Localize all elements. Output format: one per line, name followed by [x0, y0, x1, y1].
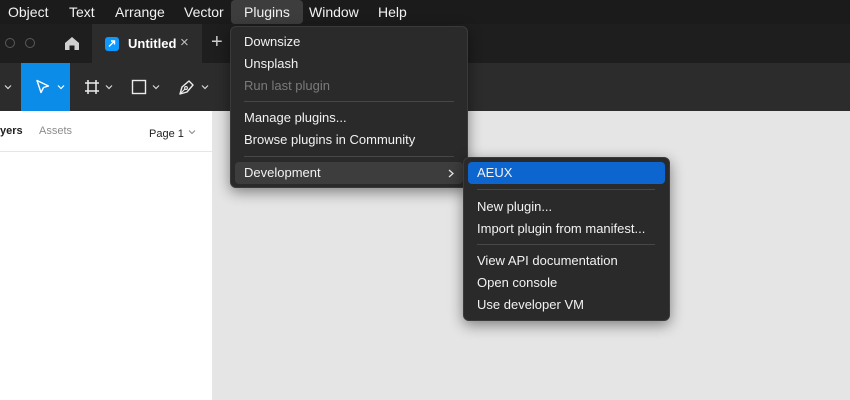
menu-help[interactable]: Help — [378, 0, 407, 24]
chevron-down-icon — [57, 85, 65, 90]
menu-item-use-developer-vm[interactable]: Use developer VM — [468, 294, 665, 316]
chevron-down-icon — [201, 85, 209, 90]
menu-separator — [477, 189, 655, 190]
chevron-down-icon — [152, 85, 160, 90]
page-selector-label: Page 1 — [149, 128, 184, 140]
menu-item-development-label: Development — [244, 165, 321, 180]
home-button[interactable] — [55, 24, 89, 63]
menu-item-open-console[interactable]: Open console — [468, 272, 665, 294]
chevron-down-icon[interactable] — [4, 83, 12, 91]
chevron-right-icon — [448, 169, 454, 178]
menu-item-unsplash[interactable]: Unsplash — [235, 53, 463, 75]
menu-item-run-last-plugin: Run last plugin — [244, 78, 330, 93]
menu-separator — [477, 244, 655, 245]
new-tab-button[interactable]: + — [211, 30, 223, 54]
chevron-down-icon — [188, 130, 196, 135]
shape-tool-button[interactable] — [125, 63, 169, 111]
menu-item-new-plugin[interactable]: New plugin... — [468, 196, 665, 218]
menu-item-view-api-docs[interactable]: View API documentation — [468, 250, 665, 272]
chevron-down-icon — [105, 85, 113, 90]
tab-untitled[interactable]: Untitled × — [92, 24, 202, 63]
page-selector[interactable]: Page 1 — [149, 124, 196, 140]
figma-file-icon — [105, 37, 119, 51]
move-tool-icon — [36, 79, 50, 94]
menu-arrange[interactable]: Arrange — [115, 0, 165, 24]
pen-tool-button[interactable] — [172, 63, 216, 111]
development-submenu: AEUX New plugin... Import plugin from ma… — [463, 157, 670, 321]
menu-item-development[interactable]: Development — [235, 162, 463, 184]
menubar: Object Text Arrange Vector Plugins Windo… — [0, 0, 850, 24]
menu-plugins[interactable]: Plugins — [244, 0, 290, 24]
pen-tool-icon — [179, 80, 194, 95]
menu-item-browse-plugins[interactable]: Browse plugins in Community — [235, 129, 463, 151]
menu-object[interactable]: Object — [8, 0, 48, 24]
plugins-menu: Downsize Unsplash Run last plugin Manage… — [230, 26, 468, 188]
frame-tool-icon — [85, 80, 99, 94]
menu-item-import-plugin[interactable]: Import plugin from manifest... — [468, 218, 665, 240]
menu-separator — [244, 156, 454, 157]
menu-item-manage-plugins[interactable]: Manage plugins... — [235, 107, 463, 129]
menu-item-downsize[interactable]: Downsize — [235, 31, 463, 53]
tab-title: Untitled — [128, 36, 177, 51]
menu-vector[interactable]: Vector — [184, 0, 224, 24]
tab-assets[interactable]: Assets — [39, 125, 72, 137]
window-control-dot[interactable] — [5, 38, 15, 48]
shape-tool-icon — [131, 79, 147, 95]
tab-layers[interactable]: yers — [0, 125, 23, 137]
menu-window[interactable]: Window — [309, 0, 359, 24]
left-panel: yers Assets Page 1 — [0, 111, 212, 400]
move-tool-button[interactable] — [21, 63, 70, 111]
menu-separator — [244, 101, 454, 102]
menu-text[interactable]: Text — [69, 0, 95, 24]
menu-item-aeux[interactable]: AEUX — [468, 162, 665, 184]
frame-tool-button[interactable] — [77, 63, 121, 111]
tab-close-button[interactable]: × — [180, 34, 189, 52]
window-control-dot[interactable] — [25, 38, 35, 48]
left-panel-header: yers Assets Page 1 — [0, 111, 212, 152]
home-icon — [65, 37, 79, 50]
